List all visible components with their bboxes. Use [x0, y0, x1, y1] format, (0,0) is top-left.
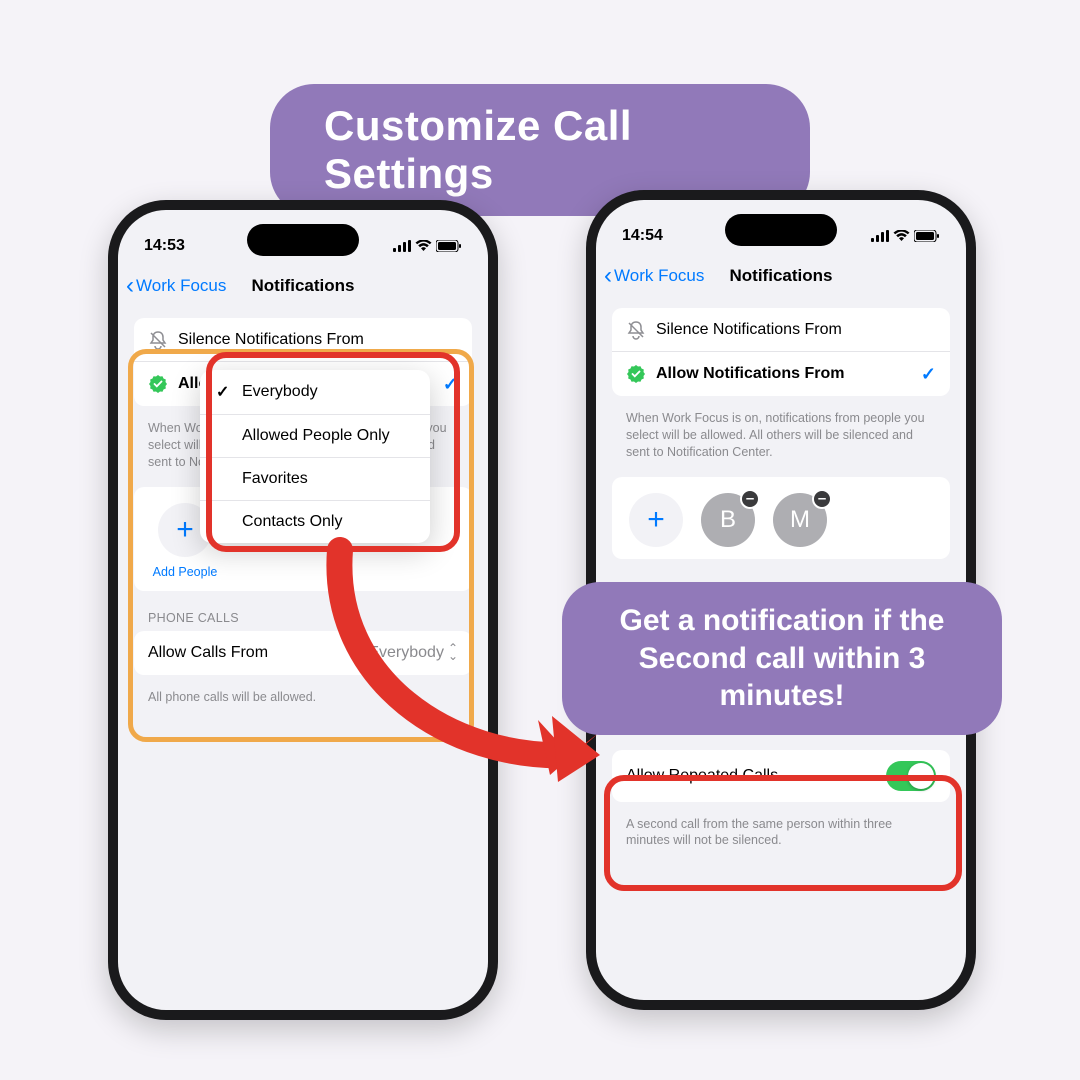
popup-option-allowed-people[interactable]: Allowed People Only [200, 415, 430, 458]
chevron-left-icon: ‹ [126, 274, 134, 298]
dynamic-island [725, 214, 837, 246]
checkmark-icon: ✓ [216, 382, 234, 402]
cellular-icon [871, 230, 889, 242]
silence-label: Silence Notifications From [178, 331, 458, 349]
popup-option-contacts-only[interactable]: Contacts Only [200, 501, 430, 543]
popup-option-favorites[interactable]: Favorites [200, 458, 430, 501]
nav-bar: ‹ Work Focus Notifications [118, 264, 488, 308]
battery-icon [914, 230, 940, 242]
notifications-mode-card: Silence Notifications From Allow Notific… [612, 308, 950, 396]
allow-label: Allow Notifications From [656, 365, 911, 383]
back-button[interactable]: ‹ Work Focus [604, 264, 704, 288]
contact-m[interactable]: – M [770, 493, 830, 547]
remove-icon[interactable]: – [812, 489, 832, 509]
people-card: + – B – M [612, 477, 950, 559]
allow-repeated-calls-row[interactable]: Allow Repeated Calls [612, 750, 950, 802]
checkmark-icon: ✓ [921, 364, 936, 385]
status-icons [871, 230, 940, 242]
contacts-row: + – B – M [612, 477, 950, 559]
allow-from-row[interactable]: Allow Notifications From ✓ [612, 352, 950, 396]
checkmark-seal-icon [148, 374, 168, 394]
bell-slash-icon [148, 330, 168, 350]
add-people-label: Add People [153, 565, 218, 579]
phone-frame-left: 14:53 ‹ Work Focus Notifications Silence… [108, 200, 498, 1020]
status-time: 14:53 [144, 237, 185, 255]
back-label: Work Focus [136, 276, 226, 296]
up-down-chevron-icon: ⌃⌄ [448, 645, 458, 659]
callout-bubble: Get a notification if the Second call wi… [562, 582, 1002, 735]
allow-calls-value: Everybody ⌃⌄ [368, 644, 458, 662]
popup-option-everybody[interactable]: ✓Everybody [200, 370, 430, 415]
repeated-calls-card: Allow Repeated Calls [612, 750, 950, 802]
silence-from-row[interactable]: Silence Notifications From [134, 318, 472, 362]
cellular-icon [393, 240, 411, 252]
wifi-icon [415, 240, 432, 252]
contact-b[interactable]: – B [698, 493, 758, 547]
battery-icon [436, 240, 462, 252]
allow-calls-label: Allow Calls From [148, 644, 358, 662]
add-people-button[interactable]: + [626, 493, 686, 547]
phone-calls-header: PHONE CALLS [134, 599, 472, 631]
status-time: 14:54 [622, 227, 663, 245]
allow-calls-card: Allow Calls From Everybody ⌃⌄ [134, 631, 472, 675]
dynamic-island [247, 224, 359, 256]
plus-icon: + [629, 493, 683, 547]
repeated-calls-caption: A second call from the same person withi… [612, 810, 950, 866]
back-button[interactable]: ‹ Work Focus [126, 274, 226, 298]
silence-from-row[interactable]: Silence Notifications From [612, 308, 950, 352]
silence-label: Silence Notifications From [656, 321, 936, 339]
wifi-icon [893, 230, 910, 242]
phone-screen-left: 14:53 ‹ Work Focus Notifications Silence… [118, 210, 488, 1010]
allow-calls-popup-menu: ✓Everybody Allowed People Only Favorites… [200, 370, 430, 543]
repeated-calls-toggle[interactable] [886, 761, 936, 791]
status-icons [393, 240, 462, 252]
allow-calls-caption: All phone calls will be allowed. [134, 683, 472, 722]
bell-slash-icon [626, 320, 646, 340]
nav-bar: ‹ Work Focus Notifications [596, 254, 966, 298]
chevron-left-icon: ‹ [604, 264, 612, 288]
remove-icon[interactable]: – [740, 489, 760, 509]
allow-caption: When Work Focus is on, notifications fro… [612, 404, 950, 477]
back-label: Work Focus [614, 266, 704, 286]
checkmark-seal-icon [626, 364, 646, 384]
checkmark-icon: ✓ [443, 374, 458, 395]
content-area: Silence Notifications From Allow ✓ When … [118, 308, 488, 1010]
repeated-calls-label: Allow Repeated Calls [626, 767, 876, 785]
allow-calls-from-row[interactable]: Allow Calls From Everybody ⌃⌄ [134, 631, 472, 675]
